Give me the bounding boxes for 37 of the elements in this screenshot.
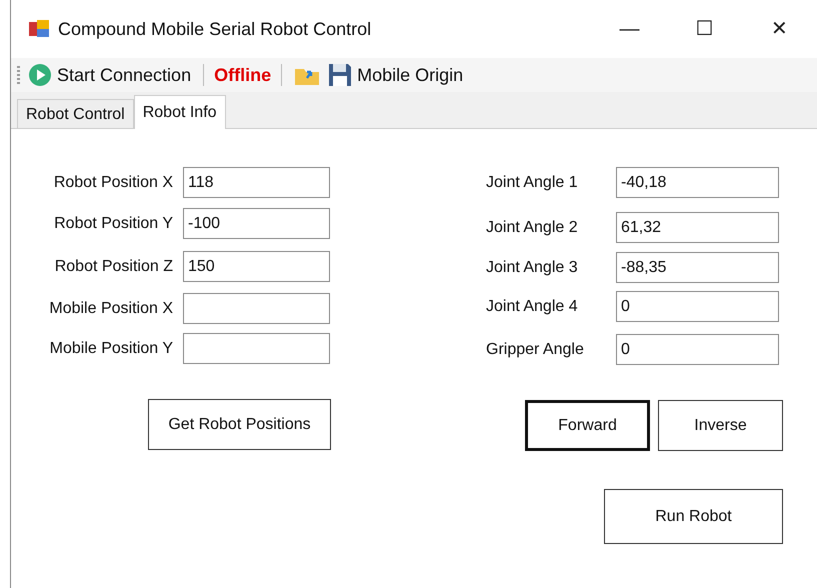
joint-angle-label: Joint Angle 2	[486, 218, 579, 238]
save-icon	[328, 63, 352, 87]
position-label: Robot Position Z	[54, 256, 174, 276]
joint-angle-label: Joint Angle 1	[486, 172, 579, 192]
joint-angle-field[interactable]: 0	[616, 334, 779, 365]
position-label: Robot Position Y	[53, 214, 174, 234]
joint-angle-field[interactable]: 0	[616, 291, 779, 322]
tab[interactable]: Robot Control	[17, 99, 134, 128]
joint-angle-label: Joint Angle 4	[486, 296, 579, 316]
connection-status: Offline	[214, 64, 272, 86]
position-field[interactable]	[183, 293, 330, 324]
run-robot-button[interactable]: Run Robot	[604, 489, 783, 544]
position-label: Robot Position X	[52, 172, 174, 192]
position-field[interactable]: 150	[183, 251, 330, 282]
minimize-button[interactable]: —	[592, 13, 667, 45]
position-label: Mobile Position Y	[48, 338, 174, 358]
tab[interactable]: Robot Info	[134, 95, 226, 129]
joint-angle-field[interactable]: -40,18	[616, 167, 779, 198]
joint-angle-field[interactable]: 61,32	[616, 212, 779, 243]
mobile-origin-button[interactable]: Mobile Origin	[326, 62, 466, 88]
app-icon	[28, 19, 50, 39]
kinematics-button[interactable]: Forward	[525, 400, 650, 451]
joint-angle-field[interactable]: -88,35	[616, 252, 779, 283]
position-field[interactable]	[183, 333, 330, 364]
position-field[interactable]: 118	[183, 167, 330, 198]
maximize-button[interactable]: ☐	[667, 13, 742, 45]
start-connection-button[interactable]: Start Connection	[26, 62, 194, 88]
position-label: Mobile Position X	[48, 298, 174, 318]
joint-angle-label: Joint Angle 3	[486, 258, 579, 278]
kinematics-button[interactable]: Inverse	[658, 400, 783, 451]
get-robot-positions-button[interactable]: Get Robot Positions	[148, 399, 331, 450]
close-button[interactable]: ✕	[742, 13, 817, 45]
window-title: Compound Mobile Serial Robot Control	[58, 18, 372, 41]
joint-angle-label: Gripper Angle	[486, 340, 585, 360]
play-icon	[28, 63, 52, 87]
toolbar-grip[interactable]	[17, 66, 20, 84]
position-field[interactable]: -100	[183, 208, 330, 239]
